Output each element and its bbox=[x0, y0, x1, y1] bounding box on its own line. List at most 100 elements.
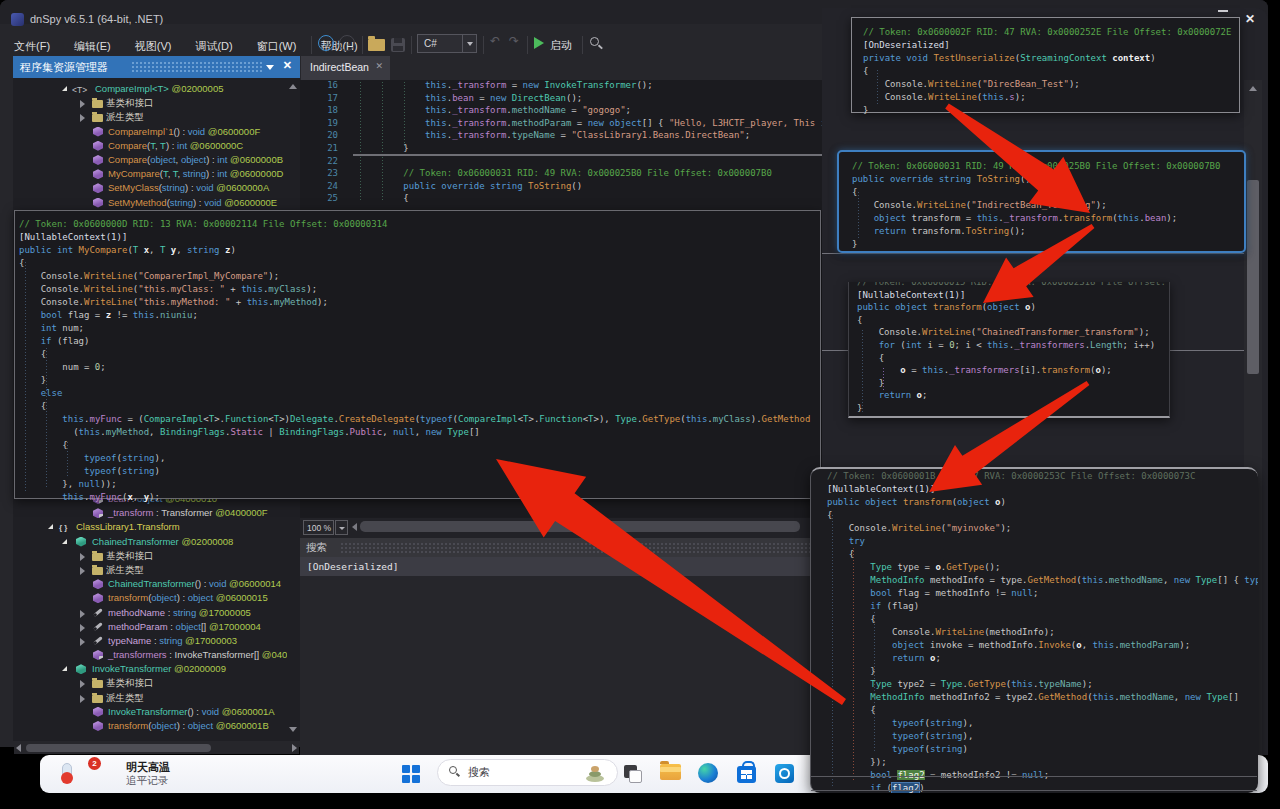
minimize-icon[interactable] bbox=[1218, 10, 1228, 12]
scrollbar-thumb[interactable] bbox=[26, 744, 211, 752]
code-line: Console.WriteLine("this.myClass: " + thi… bbox=[19, 283, 820, 296]
start-debug-label[interactable]: 启动 bbox=[550, 38, 572, 53]
tree-item[interactable]: SetMyMethod(string) : void @0600000E bbox=[13, 196, 287, 210]
tree-item[interactable]: methodName : string @17000005 bbox=[13, 606, 287, 620]
tree-item[interactable]: MyCompare(T, T, string) : int @0600000D bbox=[13, 167, 287, 181]
tree-item[interactable]: _transform : Transformer @0400000F bbox=[13, 506, 287, 520]
expander-collapsed-icon[interactable] bbox=[80, 680, 85, 688]
undo-button[interactable]: ↶ bbox=[490, 34, 500, 48]
tree-item[interactable]: typeName : string @17000003 bbox=[13, 634, 287, 648]
redo-button[interactable]: ↷ bbox=[509, 34, 519, 48]
bing-daily-icon[interactable] bbox=[580, 762, 610, 782]
close-icon[interactable]: ✕ bbox=[283, 59, 292, 72]
expander-collapsed-icon[interactable] bbox=[80, 553, 85, 561]
weather-subtitle[interactable]: 追平记录 bbox=[126, 774, 168, 788]
tree-horizontal-scrollbar[interactable] bbox=[14, 742, 299, 754]
language-select-arrow[interactable] bbox=[462, 34, 477, 53]
weather-thermometer-icon[interactable] bbox=[62, 763, 72, 783]
weather-title[interactable]: 明天高温 bbox=[126, 760, 170, 775]
save-button[interactable] bbox=[391, 38, 405, 52]
code-line: Console.WriteLine("myinvoke"); bbox=[827, 522, 1258, 535]
code-line: return transform.ToString(); bbox=[852, 225, 1244, 238]
expander-collapsed-icon[interactable] bbox=[80, 695, 85, 703]
tree-item[interactable]: 基类和接口 bbox=[13, 96, 287, 110]
code-line: Console.WriteLine("this.myMethod: " + th… bbox=[19, 296, 820, 309]
tab-indirectbean[interactable]: IndirectBean✕ bbox=[301, 56, 390, 80]
tree-item[interactable]: 派生类型 bbox=[13, 563, 287, 577]
editor-line: 16 this._transform = new InvokeTransform… bbox=[300, 79, 820, 92]
search-icon[interactable] bbox=[590, 37, 599, 46]
expander-collapsed-icon[interactable] bbox=[80, 567, 85, 575]
tree-item[interactable]: 派生类型 bbox=[13, 110, 287, 124]
outlook-button[interactable] bbox=[775, 764, 794, 783]
editor-hscrollbar-thumb[interactable] bbox=[360, 521, 800, 532]
tree-item[interactable]: <T>CompareImpl<T> @02000005 bbox=[13, 82, 287, 96]
search-icon bbox=[449, 766, 457, 774]
scroll-left-icon[interactable] bbox=[16, 744, 21, 752]
folder-icon bbox=[92, 100, 103, 108]
code-line: typeof(string), bbox=[19, 452, 820, 465]
tree-item[interactable]: 基类和接口 bbox=[13, 676, 287, 690]
chevron-down-icon[interactable] bbox=[266, 65, 274, 70]
microsoft-store-button[interactable] bbox=[737, 766, 756, 783]
tree-item[interactable]: InvokeTransformer() : void @0600001A bbox=[13, 705, 287, 719]
menu-item[interactable]: 编辑(E) bbox=[70, 36, 115, 56]
tree-item[interactable]: transform(object) : object @0600001B bbox=[13, 719, 287, 733]
scrollbar-thumb[interactable] bbox=[1247, 180, 1259, 374]
code-line: Console.WriteLine("DirecBean_Test"); bbox=[863, 78, 1239, 91]
tree-item[interactable]: InvokeTransformer @02000009 bbox=[13, 662, 287, 676]
zoom-level[interactable]: 100 % bbox=[303, 520, 334, 535]
expander-collapsed-icon[interactable] bbox=[80, 624, 85, 632]
editor-line: 21 } bbox=[300, 142, 820, 155]
method-icon bbox=[93, 198, 103, 208]
close-icon[interactable]: ✕ bbox=[1245, 12, 1255, 26]
expander-collapsed-icon[interactable] bbox=[80, 114, 85, 122]
tree-item[interactable]: 派生类型 bbox=[13, 691, 287, 705]
expander-collapsed-icon[interactable] bbox=[80, 610, 85, 618]
expander-expanded-icon[interactable] bbox=[62, 666, 67, 671]
tree-item[interactable]: ChainedTransformer @02000008 bbox=[13, 535, 287, 549]
scroll-right-icon[interactable] bbox=[292, 744, 297, 752]
forward-button[interactable]: → bbox=[339, 35, 355, 51]
tab-close-icon[interactable]: ✕ bbox=[375, 61, 383, 71]
tree-item[interactable]: Compare(T, T) : int @0600000C bbox=[13, 139, 287, 153]
menu-item[interactable]: 视图(V) bbox=[131, 36, 176, 56]
expander-collapsed-icon[interactable] bbox=[80, 638, 85, 646]
tree-item[interactable]: methodParam : object[] @17000004 bbox=[13, 620, 287, 634]
expander-expanded-icon[interactable] bbox=[62, 86, 67, 91]
start-debug-icon[interactable] bbox=[534, 37, 544, 49]
tree-item[interactable]: ChainedTransformer() : void @06000014 bbox=[13, 577, 287, 591]
expander-collapsed-icon[interactable] bbox=[80, 100, 85, 108]
tree-item-label: _transformers : InvokeTransformer[] @040… bbox=[108, 648, 287, 662]
start-button[interactable] bbox=[402, 765, 420, 783]
tree-item[interactable]: 基类和接口 bbox=[13, 549, 287, 563]
expander-expanded-icon[interactable] bbox=[48, 524, 53, 529]
file-explorer-button[interactable] bbox=[660, 764, 681, 780]
tree-scroll-down[interactable] bbox=[289, 727, 297, 732]
edge-browser-button[interactable] bbox=[698, 763, 718, 783]
tree-item[interactable]: Compare(object, object) : int @0600000B bbox=[13, 153, 287, 167]
tree-item[interactable]: CompareImpl`1() : void @0600000F bbox=[13, 125, 287, 139]
assembly-explorer-header[interactable]: 程序集资源管理器 ✕ bbox=[13, 56, 300, 78]
scroll-left-icon[interactable] bbox=[352, 523, 357, 531]
tree-item[interactable]: _transformers : InvokeTransformer[] @040… bbox=[13, 648, 287, 662]
scroll-up-icon[interactable] bbox=[1249, 86, 1257, 91]
zoom-dropdown[interactable] bbox=[335, 520, 348, 535]
code-line: Console.WriteLine("ComparerImpl_MyCompar… bbox=[19, 270, 820, 283]
tree-item-label: SetMyMethod(string) : void @0600000E bbox=[108, 196, 277, 210]
code-line: { bbox=[827, 613, 1258, 626]
line-number: 22 bbox=[300, 155, 338, 168]
menu-item[interactable]: 调试(D) bbox=[191, 36, 236, 56]
expander-expanded-icon[interactable] bbox=[62, 539, 67, 544]
menu-item[interactable]: 文件(F) bbox=[10, 36, 54, 56]
tree-scroll-up[interactable] bbox=[289, 84, 297, 89]
tree-item[interactable]: { }ClassLibrary1.Transform bbox=[13, 520, 287, 534]
back-button[interactable]: ← bbox=[318, 35, 334, 51]
open-file-button[interactable] bbox=[368, 39, 385, 51]
tree-item[interactable]: transform(object) : object @06000015 bbox=[13, 591, 287, 605]
menu-item[interactable]: 窗口(W) bbox=[253, 36, 301, 56]
tree-item[interactable]: SetMyClass(string) : void @0600000A bbox=[13, 181, 287, 195]
code-line: return o; bbox=[827, 652, 1258, 665]
prop-icon bbox=[93, 622, 103, 631]
task-view-button[interactable] bbox=[624, 765, 642, 783]
